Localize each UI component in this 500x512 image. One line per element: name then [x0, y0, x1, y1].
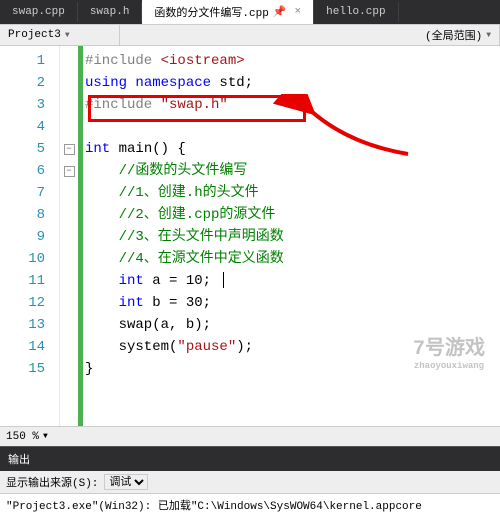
chevron-down-icon[interactable]: ▼ — [43, 432, 48, 441]
tab-hello-cpp[interactable]: hello.cpp — [314, 2, 398, 22]
fold-toggle[interactable]: − — [64, 166, 75, 177]
tab-swap-h[interactable]: swap.h — [78, 2, 143, 22]
line-numbers: 123456789101112131415 — [0, 46, 60, 426]
fold-toggle[interactable]: − — [64, 144, 75, 155]
pin-icon[interactable]: 📌 — [273, 5, 287, 19]
scope-dropdown[interactable]: (全局范围)▼ — [417, 25, 500, 45]
code-area[interactable]: #include <iostream> using namespace std;… — [85, 46, 500, 426]
chevron-down-icon: ▼ — [65, 31, 70, 40]
output-header: 输出 — [0, 446, 500, 471]
tab-swap-cpp[interactable]: swap.cpp — [0, 2, 78, 22]
output-source-label: 显示输出来源(S): — [6, 474, 98, 490]
output-toolbar: 显示输出来源(S): 调试 — [0, 471, 500, 494]
project-dropdown[interactable]: Project3▼ — [0, 25, 120, 45]
nav-toolbar: Project3▼ (全局范围)▼ — [0, 24, 500, 46]
change-marker — [78, 46, 83, 426]
fold-column: − − — [60, 46, 78, 426]
zoom-level[interactable]: 150 % — [6, 431, 39, 443]
tab-bar: swap.cpp swap.h 函数的分文件编写.cpp📌× hello.cpp — [0, 0, 500, 24]
chevron-down-icon: ▼ — [486, 31, 491, 40]
tab-main-cpp[interactable]: 函数的分文件编写.cpp📌× — [142, 0, 314, 24]
output-text[interactable]: "Project3.exe"(Win32): 已加载"C:\Windows\Sy… — [0, 494, 500, 512]
zoom-bar: 150 % ▼ — [0, 426, 500, 446]
close-icon[interactable]: × — [295, 6, 302, 18]
code-editor[interactable]: 123456789101112131415 − − #include <iost… — [0, 46, 500, 426]
output-source-dropdown[interactable]: 调试 — [104, 474, 148, 490]
text-cursor — [223, 272, 224, 288]
